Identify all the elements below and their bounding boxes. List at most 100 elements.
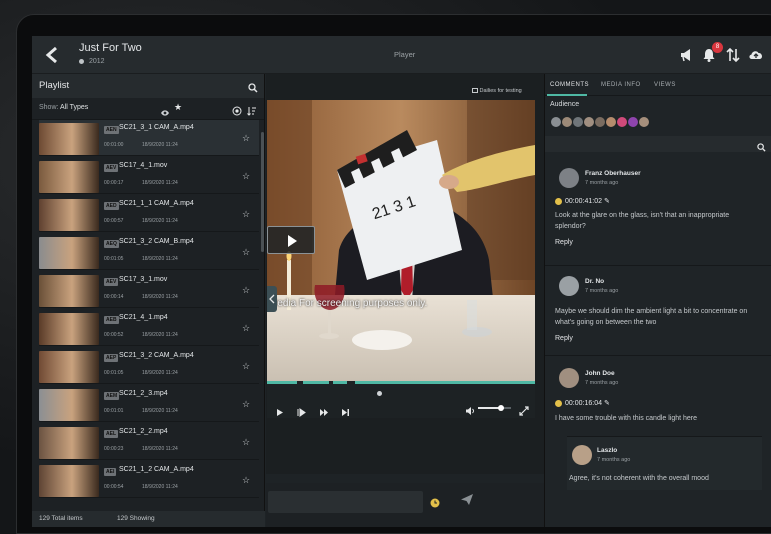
player-panel: Dailies for testing 21 3 1 Media For scr… [266,74,544,474]
comment-input[interactable] [268,491,423,513]
comment-timecode-text: 00:00:41:02 [565,198,602,205]
announce-icon[interactable] [678,46,696,64]
playlist-item[interactable]: AEN SC21_3_1 CAM_A.mp4 00:01:00 18/9/2020 1… [39,120,259,156]
volume-icon[interactable] [465,403,475,421]
star-icon[interactable]: ☆ [242,209,250,220]
clip-date: 18/9/2020 11:24 [142,142,178,148]
comment-age: 7 months ago [585,380,619,386]
star-icon[interactable]: ☆ [242,361,250,372]
playlist-item[interactable]: AEL SC21_2_2.mp4 00:00:23 18/9/2020 11:24 ☆ [39,424,259,460]
avatar [572,445,592,465]
video-frame[interactable]: 21 3 1 Media For screening purposes only… [267,100,535,384]
comments-search-icon[interactable] [757,139,766,157]
clip-duration: 00:00:57 [104,218,124,224]
reply-button[interactable]: Reply [555,239,573,246]
project-year-label: 2012 [89,58,105,65]
clip-duration: 00:01:01 [104,408,124,414]
star-icon[interactable]: ☆ [242,437,250,448]
star-icon[interactable]: ☆ [242,323,250,334]
timeline-progress [267,381,535,384]
back-icon[interactable] [42,44,64,66]
play-button[interactable] [267,226,315,254]
clip-name: SC21_1_1 CAM_A.mp4 [119,200,194,207]
audience-label: Audience [550,101,580,108]
thumbnail [39,123,99,155]
playlist-item[interactable]: AEB SC21_4_1.mp4 00:00:52 18/9/2020 11:24 ☆ [39,310,259,346]
compare-icon[interactable] [724,46,742,64]
playlist-item[interactable]: AEQ SC21_3_2 CAM_B.mp4 00:01:05 18/9/2020 1… [39,234,259,270]
playlist-item[interactable]: AEV SC17_3_1.mov 00:00:14 18/9/2020 11:24 ☆ [39,272,259,308]
comment-item: Franz Oberhauser 7 months ago 00:00:41:0… [545,160,771,266]
comment-item: Dr. No 7 months ago Maybe we should dim … [545,266,771,356]
favorites-icon[interactable]: ★ [174,102,182,113]
clip-date: 18/9/2020 11:24 [142,370,178,376]
clock-icon [555,197,562,205]
collapse-playlist-button[interactable] [267,286,277,312]
skip-next-icon[interactable] [341,404,350,422]
timeline-marker [297,381,303,384]
fast-forward-icon[interactable] [319,404,329,422]
clip-tag: AED [104,202,119,210]
reply-button[interactable]: Reply [555,335,573,342]
star-icon[interactable]: ☆ [242,133,250,144]
star-icon[interactable]: ☆ [242,475,250,486]
playlist-item[interactable]: AEM SC21_2_3.mp4 00:01:01 18/9/2020 11:24 ☆ [39,386,259,422]
clip-tag: AEM [104,392,120,400]
comment-text: I have some trouble with this candle lig… [555,415,698,422]
tab-comments[interactable]: COMMENTS [550,82,589,88]
tab-media-info[interactable]: MEDIA INFO [601,82,641,88]
timeline-marker [347,381,355,384]
timeline[interactable] [267,381,535,384]
playlist-item[interactable]: AEV SC17_4_1.mov 00:00:17 18/9/2020 11:24 ☆ [39,158,259,194]
filter-value[interactable]: All Types [60,104,88,111]
volume-slider[interactable] [478,405,511,411]
playlist-scrollbar[interactable] [261,132,264,252]
comment-author: Laszlo [597,447,618,454]
clip-date: 18/9/2020 11:24 [142,332,178,338]
cloud-upload-icon[interactable] [747,46,765,64]
step-frame-icon[interactable] [297,404,306,422]
audience-avatar[interactable] [638,116,650,128]
star-icon[interactable]: ☆ [242,399,250,410]
playlist-item[interactable]: AEP SC21_3_2 CAM_A.mp4 00:01:05 18/9/2020 1… [39,348,259,384]
play-small-icon[interactable] [275,404,284,422]
comment-text: Maybe we should dim the ambient light a … [555,308,748,326]
star-icon[interactable]: ☆ [242,171,250,182]
timeline-marker [329,381,333,384]
clip-date: 18/9/2020 11:24 [142,408,178,414]
clip-date: 18/9/2020 11:24 [142,218,178,224]
avatar [559,168,579,188]
clip-name: SC21_2_2.mp4 [119,428,168,435]
info-icon [79,58,84,64]
clip-name: SC21_3_2 CAM_B.mp4 [119,238,194,245]
edit-icon[interactable]: ✎ [604,198,610,205]
edit-icon[interactable]: ✎ [604,400,610,407]
playlist-item[interactable]: AEI SC21_1_2 CAM_A.mp4 00:00:54 18/9/2020 1… [39,462,259,498]
send-icon[interactable] [460,493,474,511]
comment-input-bar [266,483,544,527]
dailies-label[interactable]: Dailies for testing [472,88,522,94]
add-icon[interactable] [232,103,242,121]
comment-timecode[interactable]: 00:00:16:04 ✎ [555,399,610,407]
tab-views[interactable]: VIEWS [654,82,676,88]
playlist-item[interactable]: AED SC21_1_1 CAM_A.mp4 00:00:57 18/9/2020 1… [39,196,259,232]
sort-icon[interactable] [247,103,257,121]
star-icon[interactable]: ☆ [242,247,250,258]
clip-tag: AEV [104,278,119,286]
star-icon[interactable]: ☆ [242,285,250,296]
volume-knob[interactable] [498,405,505,411]
comment-author: Dr. No [585,278,605,285]
timecode-icon[interactable] [430,495,440,513]
comments-search-bar[interactable] [545,136,771,152]
playhead[interactable] [377,391,382,396]
clip-duration: 00:00:14 [104,294,124,300]
comment-timecode[interactable]: 00:00:41:02 ✎ [555,197,610,205]
clip-duration: 00:00:17 [104,180,124,186]
clip-tag: AEB [104,316,119,324]
active-tab-underline [547,94,587,96]
search-icon[interactable] [248,80,258,98]
clip-name: SC17_3_1.mov [119,276,168,283]
clip-name: SC21_3_1 CAM_A.mp4 [119,124,194,131]
clip-duration: 00:00:54 [104,484,124,490]
fullscreen-icon[interactable] [519,403,529,421]
